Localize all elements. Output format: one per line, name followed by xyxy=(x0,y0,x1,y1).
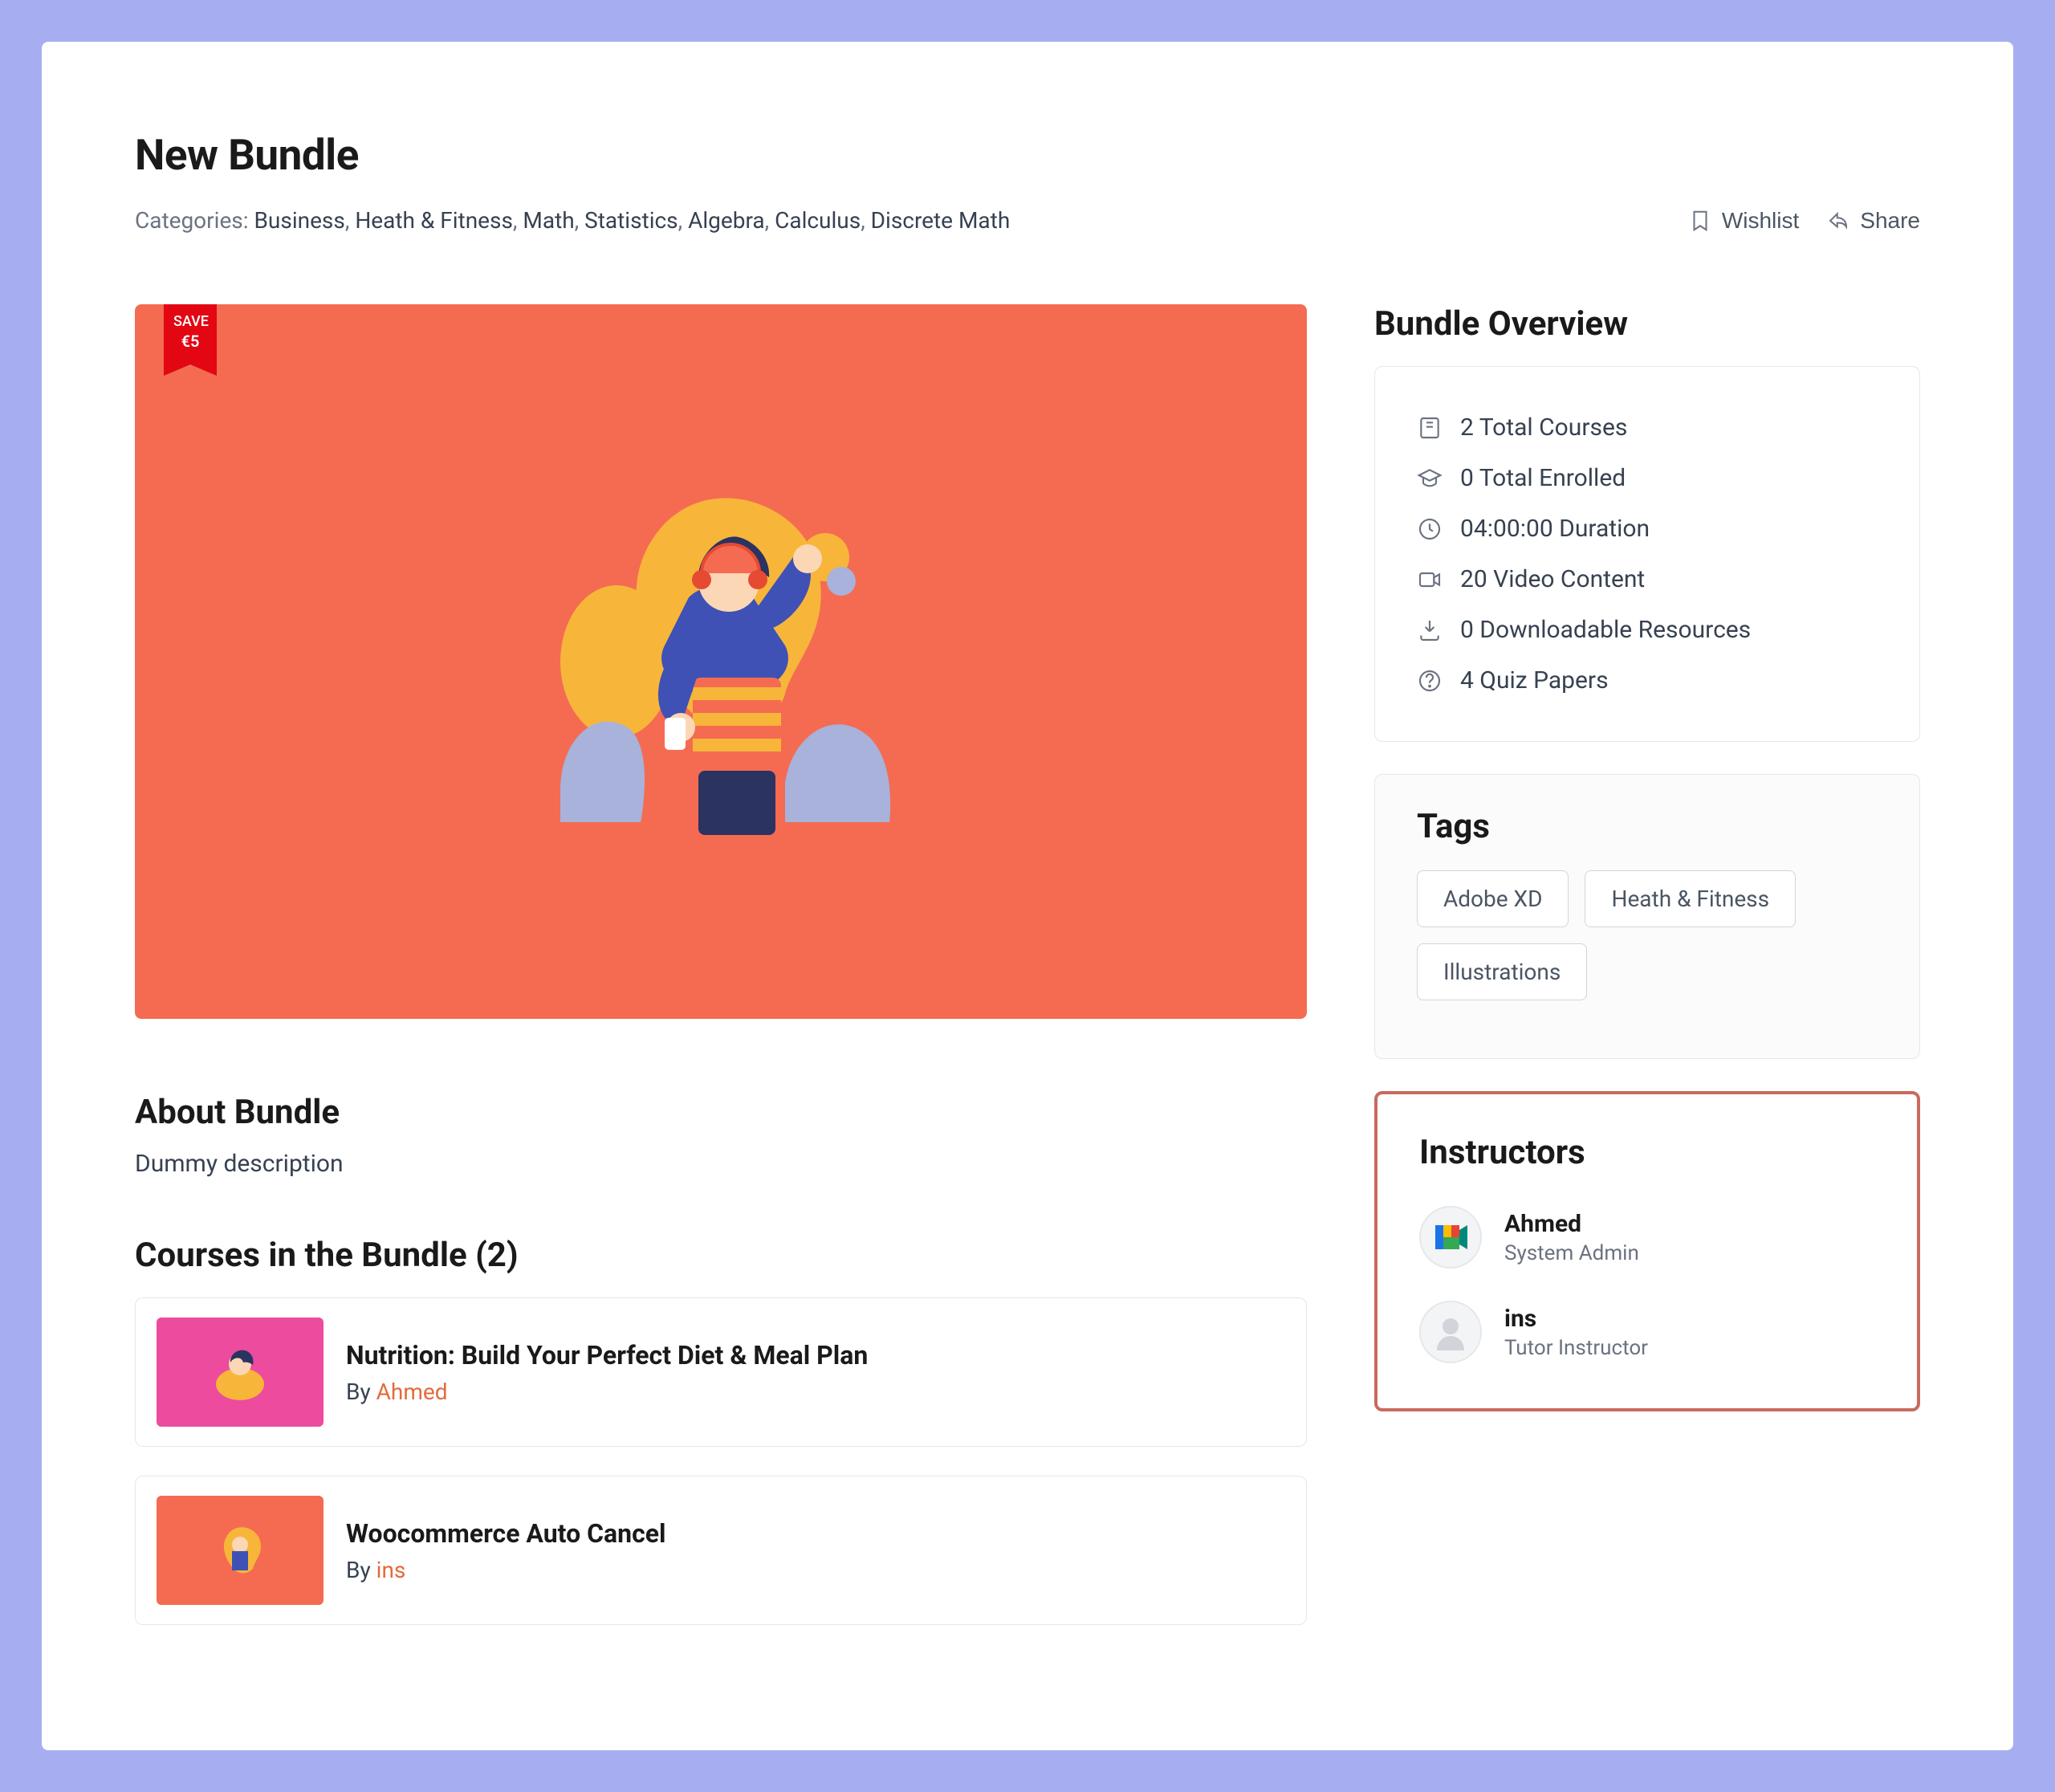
page-title: New Bundle xyxy=(135,130,1010,180)
overview-text: 2 Total Courses xyxy=(1460,413,1627,442)
overview-item: 04:00:00 Duration xyxy=(1417,503,1878,554)
wishlist-button[interactable]: Wishlist xyxy=(1688,208,1799,234)
clock-icon xyxy=(1417,516,1443,542)
page-header: New Bundle Categories: Business, Heath &… xyxy=(135,130,1920,234)
category-link[interactable]: Math xyxy=(523,207,574,234)
share-button[interactable]: Share xyxy=(1826,208,1920,234)
overview-text: 0 Total Enrolled xyxy=(1460,464,1626,492)
share-icon xyxy=(1826,209,1850,233)
overview-text: 4 Quiz Papers xyxy=(1460,666,1609,694)
overview-item: 4 Quiz Papers xyxy=(1417,655,1878,706)
instructor-role: Tutor Instructor xyxy=(1504,1336,1648,1360)
courses-heading-text: Courses in the Bundle xyxy=(135,1236,467,1275)
header-left: New Bundle Categories: Business, Heath &… xyxy=(135,130,1010,234)
course-list: Nutrition: Build Your Perfect Diet & Mea… xyxy=(135,1297,1307,1625)
courses-count: (2) xyxy=(475,1236,519,1275)
overview-text: 20 Video Content xyxy=(1460,565,1645,593)
instructors-list: Ahmed System Admin ins Tutor Instructor xyxy=(1419,1206,1875,1363)
courses-heading: Courses in the Bundle (2) xyxy=(135,1236,1307,1275)
share-label: Share xyxy=(1860,208,1920,234)
video-icon xyxy=(1417,567,1443,593)
ribbon-amount: €5 xyxy=(173,331,207,352)
course-thumbnail xyxy=(157,1318,324,1427)
course-card[interactable]: Nutrition: Build Your Perfect Diet & Mea… xyxy=(135,1297,1307,1447)
categories-prefix: Categories: xyxy=(135,207,254,234)
tags-heading: Tags xyxy=(1417,807,1878,846)
bundle-page: New Bundle Categories: Business, Heath &… xyxy=(42,42,2013,1750)
instructor-name: ins xyxy=(1504,1305,1648,1333)
instructor-meta: ins Tutor Instructor xyxy=(1504,1305,1648,1360)
course-author-link[interactable]: ins xyxy=(376,1557,406,1583)
course-title: Woocommerce Auto Cancel xyxy=(346,1518,666,1549)
overview-text: 04:00:00 Duration xyxy=(1460,515,1650,543)
right-column: Bundle Overview 2 Total Courses 0 Total E… xyxy=(1374,304,1920,1654)
overview-heading: Bundle Overview xyxy=(1374,304,1920,344)
course-meta: Nutrition: Build Your Perfect Diet & Mea… xyxy=(346,1340,868,1405)
course-meta: Woocommerce Auto Cancel By ins xyxy=(346,1518,666,1583)
book-icon xyxy=(1417,415,1443,441)
instructor-role: System Admin xyxy=(1504,1241,1639,1265)
gradcap-icon xyxy=(1417,466,1443,491)
category-link[interactable]: Calculus xyxy=(775,207,861,234)
categories-line: Categories: Business, Heath & Fitness, M… xyxy=(135,207,1010,234)
overview-box: 2 Total Courses 0 Total Enrolled 04:00:00 … xyxy=(1374,366,1920,742)
save-ribbon: SAVE €5 xyxy=(164,304,217,365)
course-title: Nutrition: Build Your Perfect Diet & Mea… xyxy=(346,1340,868,1370)
category-link[interactable]: Algebra xyxy=(688,207,765,234)
content-columns: SAVE €5 xyxy=(135,304,1920,1654)
tags-list: Adobe XD Heath & Fitness Illustrations xyxy=(1417,870,1878,1016)
hero-illustration xyxy=(496,437,946,886)
question-icon xyxy=(1417,668,1443,694)
bookmark-icon xyxy=(1688,209,1712,233)
course-thumbnail xyxy=(157,1496,324,1605)
overview-item: 0 Downloadable Resources xyxy=(1417,605,1878,655)
overview-text: 0 Downloadable Resources xyxy=(1460,616,1751,644)
instructors-heading: Instructors xyxy=(1419,1133,1875,1172)
instructors-box: Instructors Ahmed System Admin ins Tutor… xyxy=(1374,1091,1920,1411)
category-link[interactable]: Heath & Fitness xyxy=(355,207,513,234)
avatar xyxy=(1419,1301,1482,1363)
instructor-row[interactable]: Ahmed System Admin xyxy=(1419,1206,1875,1269)
left-column: SAVE €5 xyxy=(135,304,1307,1654)
hero-image: SAVE €5 xyxy=(135,304,1307,1019)
tag[interactable]: Adobe XD xyxy=(1417,870,1569,927)
course-byline: By ins xyxy=(346,1557,666,1583)
course-byline: By Ahmed xyxy=(346,1379,868,1405)
header-actions: Wishlist Share xyxy=(1688,208,1920,234)
overview-item: 20 Video Content xyxy=(1417,554,1878,605)
instructor-row[interactable]: ins Tutor Instructor xyxy=(1419,1301,1875,1363)
avatar xyxy=(1419,1206,1482,1269)
course-author-link[interactable]: Ahmed xyxy=(376,1379,448,1405)
about-description: Dummy description xyxy=(135,1150,1307,1178)
instructor-meta: Ahmed System Admin xyxy=(1504,1210,1639,1265)
overview-item: 2 Total Courses xyxy=(1417,402,1878,453)
course-card[interactable]: Woocommerce Auto Cancel By ins xyxy=(135,1476,1307,1625)
category-link[interactable]: Statistics xyxy=(584,207,678,234)
tag[interactable]: Illustrations xyxy=(1417,943,1587,1000)
wishlist-label: Wishlist xyxy=(1722,208,1799,234)
tag[interactable]: Heath & Fitness xyxy=(1585,870,1796,927)
category-link[interactable]: Business xyxy=(254,207,344,234)
tags-box: Tags Adobe XD Heath & Fitness Illustration… xyxy=(1374,774,1920,1059)
about-heading: About Bundle xyxy=(135,1093,1307,1132)
download-icon xyxy=(1417,617,1443,643)
overview-item: 0 Total Enrolled xyxy=(1417,453,1878,503)
ribbon-label: SAVE xyxy=(173,312,207,331)
instructor-name: Ahmed xyxy=(1504,1210,1639,1238)
category-link[interactable]: Discrete Math xyxy=(871,207,1011,234)
